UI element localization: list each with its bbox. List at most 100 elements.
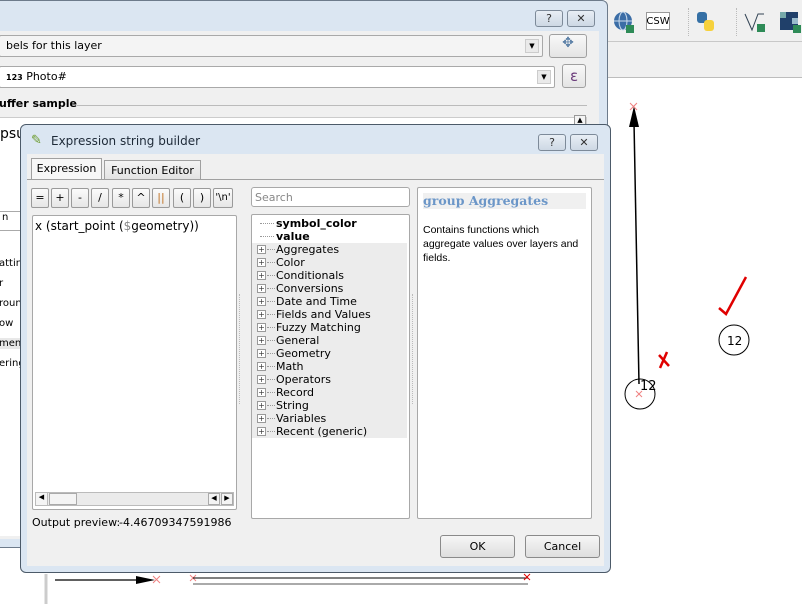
search-placeholder: Search — [255, 191, 293, 204]
scroll-left-icon[interactable]: ◀ — [36, 493, 48, 505]
operator-minus-button[interactable]: - — [71, 188, 89, 208]
tree-group-item[interactable]: + Fields and Values — [252, 308, 407, 321]
close-button[interactable]: ✕ — [570, 134, 598, 151]
map-label-12-b: 12 — [727, 334, 742, 348]
expression-button[interactable]: ε — [562, 64, 586, 88]
tree-item-label: Date and Time — [276, 295, 357, 308]
add-vector-vertex-icon[interactable] — [742, 10, 766, 34]
tree-group-item[interactable]: + Recent (generic) — [252, 425, 407, 438]
help-button[interactable]: ? — [538, 134, 566, 151]
tree-item-label: Variables — [276, 412, 327, 425]
tree-item-label: Fuzzy Matching — [276, 321, 361, 334]
tree-field-item[interactable]: symbol_color — [252, 217, 407, 230]
tree-group-item[interactable]: + Fuzzy Matching — [252, 321, 407, 334]
tab-function-editor[interactable]: Function Editor — [104, 160, 201, 180]
tree-connector — [267, 249, 275, 250]
operator-close-paren-button[interactable]: ) — [193, 188, 211, 208]
operator-open-paren-button[interactable]: ( — [173, 188, 191, 208]
label-mode-value: bels for this layer — [6, 39, 102, 52]
label-mode-combo[interactable]: bels for this layer ▼ — [0, 35, 543, 57]
expand-icon[interactable]: + — [257, 427, 266, 436]
tree-group-item[interactable]: + Geometry — [252, 347, 407, 360]
tree-item-label: Conversions — [276, 282, 344, 295]
tree-connector — [267, 392, 275, 393]
expression-text-part: x (start_point ( — [35, 219, 124, 233]
expand-icon[interactable]: + — [257, 336, 266, 345]
scroll-right-icon[interactable]: ▶ — [221, 493, 233, 505]
ok-button[interactable]: OK — [440, 535, 515, 558]
tree-connector — [267, 405, 275, 406]
operator-multiply-button[interactable]: * — [112, 188, 130, 208]
splitter-handle[interactable] — [239, 294, 242, 404]
expand-icon[interactable]: + — [257, 310, 266, 319]
expand-icon[interactable]: + — [257, 323, 266, 332]
operator-concat-button[interactable]: || — [152, 188, 170, 208]
python-icon[interactable] — [694, 10, 718, 34]
add-raster-icon[interactable] — [778, 10, 802, 34]
tree-connector — [260, 236, 274, 237]
tree-connector — [260, 223, 274, 224]
output-preview-value: -4.46709347591986 — [119, 516, 232, 529]
scrollbar-thumb[interactable] — [49, 493, 77, 505]
tree-group-item[interactable]: + Operators — [252, 373, 407, 386]
scroll-left-icon[interactable]: ◀ — [208, 493, 220, 505]
operator-equals-button[interactable]: = — [31, 188, 49, 208]
tree-group-item[interactable]: + Conversions — [252, 282, 407, 295]
expression-text-part: geometry)) — [131, 219, 199, 233]
expand-icon[interactable]: + — [257, 245, 266, 254]
operator-divide-button[interactable]: / — [91, 188, 109, 208]
expression-builder-dialog: ✎ Expression string builder ? ✕ Expressi… — [20, 124, 611, 573]
splitter-handle[interactable] — [412, 294, 415, 404]
function-tree[interactable]: symbol_color value + Aggregates + Color + Condi… — [251, 214, 410, 519]
expand-icon[interactable]: + — [257, 401, 266, 410]
output-preview-label: Output preview: — [32, 516, 121, 529]
settings-list-item[interactable]: roun — [0, 298, 22, 309]
operator-newline-button[interactable]: '\n' — [213, 188, 233, 208]
operator-plus-button[interactable]: + — [51, 188, 69, 208]
expand-icon[interactable]: + — [257, 375, 266, 384]
expand-icon[interactable]: + — [257, 349, 266, 358]
help-title: group Aggregates — [423, 193, 586, 209]
tree-group-item[interactable]: + Color — [252, 256, 407, 269]
label-settings-button[interactable]: ✥ — [549, 34, 587, 58]
operator-power-button[interactable]: ^ — [132, 188, 150, 208]
globe-search-icon[interactable] — [612, 10, 636, 34]
tree-field-item[interactable]: value — [252, 230, 407, 243]
label-field-combo[interactable]: 123 Photo# ▼ — [0, 66, 555, 88]
tree-connector — [267, 353, 275, 354]
tab-expression[interactable]: Expression — [31, 158, 102, 180]
red-check-mark — [718, 276, 748, 316]
horizontal-scrollbar[interactable]: ◀ ◀ ▶ — [35, 492, 234, 506]
tree-group-item[interactable]: + Math — [252, 360, 407, 373]
settings-list-item[interactable]: ow — [0, 318, 13, 329]
close-button[interactable]: ✕ — [567, 10, 595, 27]
tree-group-item[interactable]: + Conditionals — [252, 269, 407, 282]
expand-icon[interactable]: + — [257, 388, 266, 397]
settings-list-item[interactable]: r — [0, 278, 3, 289]
tree-group-item[interactable]: + Aggregates — [252, 243, 407, 256]
expand-icon[interactable]: + — [257, 414, 266, 423]
expand-icon[interactable]: + — [257, 258, 266, 267]
csw-icon[interactable]: CSW — [646, 12, 670, 30]
toolbar-separator — [736, 8, 739, 36]
cancel-button[interactable]: Cancel — [525, 535, 600, 558]
tree-group-item[interactable]: + Record — [252, 386, 407, 399]
help-button[interactable]: ? — [535, 10, 563, 27]
tree-connector — [267, 366, 275, 367]
expand-icon[interactable]: + — [257, 284, 266, 293]
tree-group-item[interactable]: + General — [252, 334, 407, 347]
expand-icon[interactable]: + — [257, 271, 266, 280]
tree-group-item[interactable]: + String — [252, 399, 407, 412]
tree-connector — [267, 431, 275, 432]
tree-group-item[interactable]: + Date and Time — [252, 295, 407, 308]
tree-item-label: String — [276, 399, 309, 412]
tree-item-label: General — [276, 334, 320, 347]
red-cross-mark — [658, 351, 670, 369]
expression-editor[interactable]: x (start_point ($geometry)) ◀ ◀ ▶ — [32, 215, 237, 510]
expand-icon[interactable]: + — [257, 297, 266, 306]
help-icon: ? — [549, 136, 555, 149]
tree-group-item[interactable]: + Variables — [252, 412, 407, 425]
search-input[interactable]: Search — [251, 187, 410, 207]
tree-item-label: Fields and Values — [276, 308, 371, 321]
expand-icon[interactable]: + — [257, 362, 266, 371]
